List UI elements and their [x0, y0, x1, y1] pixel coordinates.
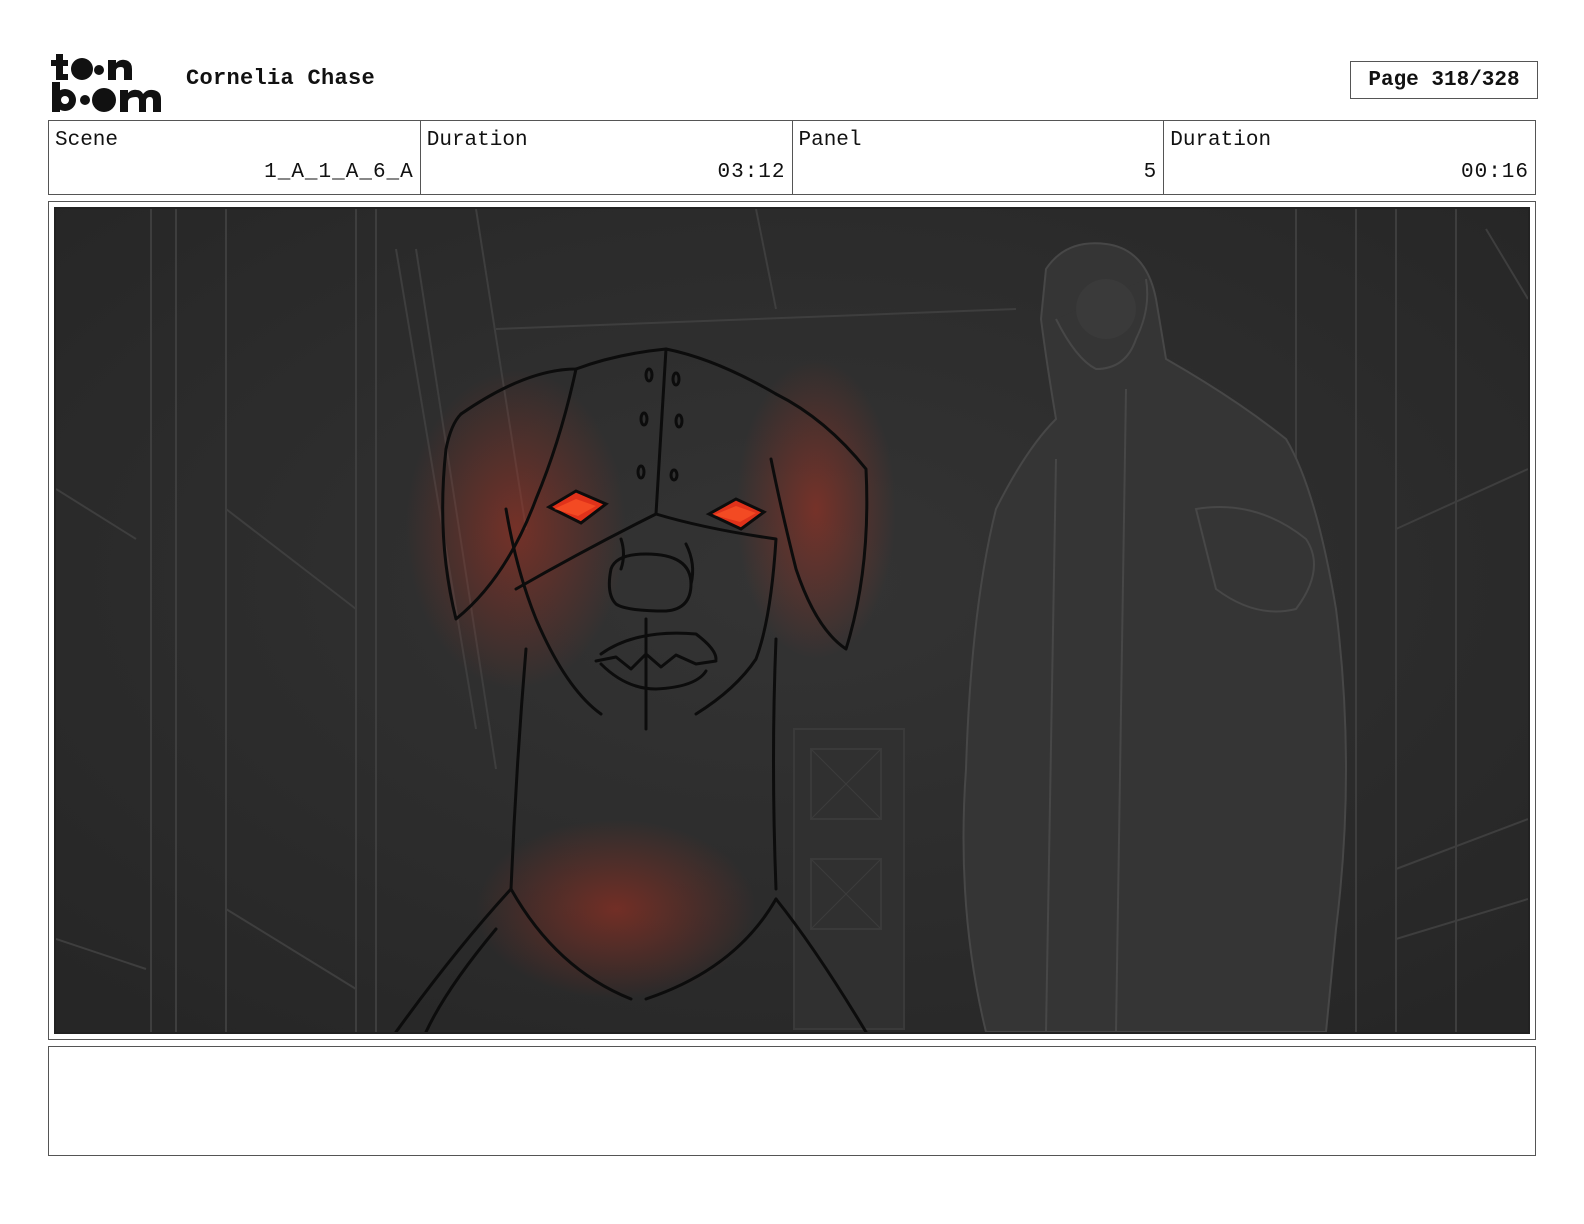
panel-duration-value: 00:16	[1460, 161, 1529, 184]
panel-cell: Panel 5	[793, 121, 1165, 194]
scene-label: Scene	[55, 129, 119, 152]
scene-value: 1_A_1_A_6_A	[264, 161, 414, 184]
panel-notes-box	[48, 1046, 1536, 1156]
scene-cell: Scene 1_A_1_A_6_A	[49, 121, 421, 194]
panel-duration-label: Duration	[1170, 129, 1272, 152]
page-indicator: Page 318/328	[1350, 61, 1538, 99]
toon-boom-logo	[50, 50, 165, 114]
storyboard-panel-image	[54, 207, 1530, 1034]
project-title: Cornelia Chase	[186, 66, 376, 91]
panel-duration-cell: Duration 00:16	[1164, 121, 1535, 194]
scene-duration-value: 03:12	[717, 161, 786, 184]
scene-duration-cell: Duration 03:12	[421, 121, 793, 194]
info-table: Scene 1_A_1_A_6_A Duration 03:12 Panel 5…	[48, 120, 1536, 195]
panel-value: 5	[1143, 161, 1158, 184]
scene-duration-label: Duration	[426, 129, 528, 152]
storyboard-panel-frame	[48, 201, 1536, 1040]
panel-label: Panel	[798, 129, 862, 152]
